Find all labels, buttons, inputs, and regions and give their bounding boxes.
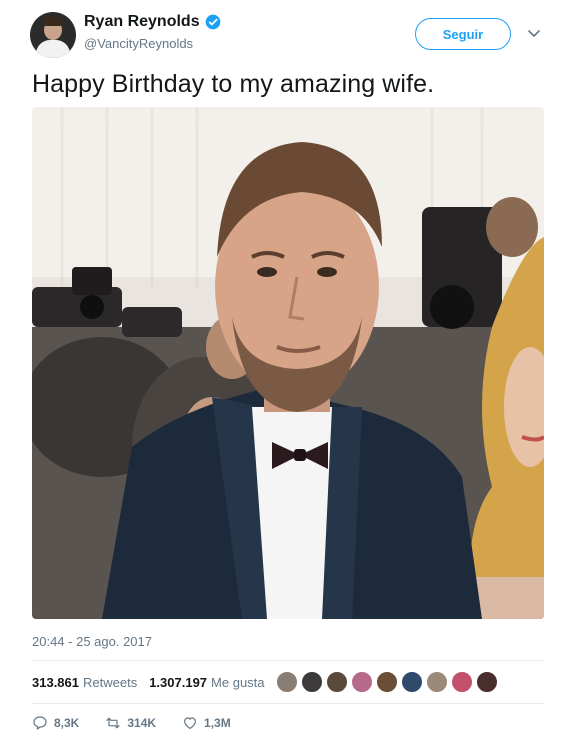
retweet-button[interactable]: 314K bbox=[105, 715, 156, 731]
reply-button[interactable]: 8,3K bbox=[32, 715, 79, 731]
liker-avatar[interactable] bbox=[426, 671, 448, 693]
tweet-card: Ryan Reynolds @VancityReynolds Seguir Ha… bbox=[0, 0, 565, 750]
likes-label[interactable]: Me gusta bbox=[211, 675, 264, 690]
liker-avatar[interactable] bbox=[476, 671, 498, 693]
photo-illustration bbox=[32, 107, 544, 619]
reply-count: 8,3K bbox=[54, 716, 80, 730]
heart-icon bbox=[184, 717, 196, 729]
tweet-stats: 313.861 Retweets 1.307.197 Me gusta bbox=[32, 675, 273, 690]
tweet-text: Happy Birthday to my amazing wife. bbox=[32, 70, 435, 98]
liker-avatars[interactable] bbox=[276, 671, 498, 693]
tweet-photo[interactable] bbox=[32, 107, 544, 619]
author-name-row[interactable]: Ryan Reynolds bbox=[84, 13, 221, 31]
reply-icon bbox=[33, 716, 47, 730]
chevron-down-icon[interactable] bbox=[526, 25, 542, 41]
liker-avatar[interactable] bbox=[326, 671, 348, 693]
display-name[interactable]: Ryan Reynolds bbox=[84, 13, 200, 31]
divider bbox=[32, 660, 544, 661]
tweet-timestamp[interactable]: 20:44 - 25 ago. 2017 bbox=[32, 634, 152, 649]
retweet-count: 314K bbox=[127, 716, 157, 730]
divider bbox=[32, 703, 544, 704]
likes-count[interactable]: 1.307.197 bbox=[149, 675, 207, 690]
like-count: 1,3M bbox=[204, 716, 231, 730]
avatar[interactable] bbox=[30, 12, 76, 58]
tweet-actions: 8,3K 314K 1,3M bbox=[32, 715, 257, 731]
like-button[interactable]: 1,3M bbox=[182, 715, 231, 731]
verified-badge-icon bbox=[205, 14, 220, 30]
follow-button[interactable]: Seguir bbox=[415, 18, 511, 50]
liker-avatar[interactable] bbox=[376, 671, 398, 693]
retweets-count[interactable]: 313.861 bbox=[32, 675, 79, 690]
liker-avatar[interactable] bbox=[401, 671, 423, 693]
retweets-label[interactable]: Retweets bbox=[83, 675, 137, 690]
retweet-icon bbox=[106, 717, 120, 729]
liker-avatar[interactable] bbox=[276, 671, 298, 693]
liker-avatar[interactable] bbox=[351, 671, 373, 693]
liker-avatar[interactable] bbox=[451, 671, 473, 693]
liker-avatar[interactable] bbox=[301, 671, 323, 693]
user-handle[interactable]: @VancityReynolds bbox=[84, 36, 193, 51]
